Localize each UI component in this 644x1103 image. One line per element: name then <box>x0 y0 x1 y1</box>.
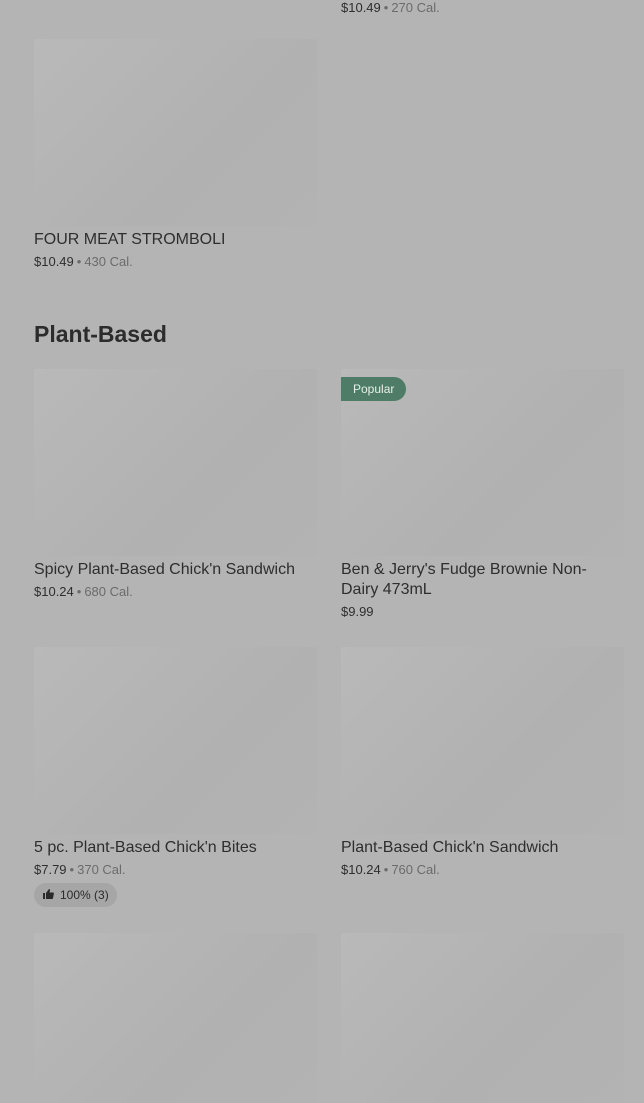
item-image[interactable] <box>34 369 317 556</box>
item-name: Ben & Jerry's Fudge Brownie Non-Dairy 47… <box>341 561 587 598</box>
separator-dot: • <box>76 254 82 269</box>
menu-item-spicy-plant-based-chickn-sandwich[interactable]: Spicy Plant-Based Chick'n Sandwich $10.2… <box>34 369 317 601</box>
popular-badge: Popular <box>341 377 407 401</box>
separator-dot: • <box>69 862 75 877</box>
item-name: Spicy Plant-Based Chick'n Sandwich <box>34 561 295 578</box>
item-image[interactable] <box>341 647 624 834</box>
menu-item-four-meat-stromboli[interactable]: FOUR MEAT STROMBOLI $10.49 • 430 Cal. <box>34 39 317 271</box>
item-price: $10.24 <box>341 862 381 877</box>
item-image[interactable] <box>341 933 624 1103</box>
item-name: 5 pc. Plant-Based Chick'n Bites <box>34 839 257 856</box>
item-name: FOUR MEAT STROMBOLI <box>34 231 226 248</box>
menu-item-5pc-plant-based-chickn-bites[interactable]: 5 pc. Plant-Based Chick'n Bites $7.79 • 37… <box>34 647 317 907</box>
separator-dot: • <box>383 862 389 877</box>
item-image[interactable]: Popular <box>341 369 624 556</box>
item-meta: $10.24 • 760 Cal. <box>341 861 624 879</box>
menu-item-partial-left[interactable] <box>34 933 317 1103</box>
item-calories: 430 Cal. <box>84 254 133 269</box>
item-price: $7.79 <box>34 862 67 877</box>
menu-item-partial-right[interactable] <box>341 933 624 1103</box>
item-image[interactable] <box>34 933 317 1103</box>
item-price: $10.24 <box>34 584 74 599</box>
item-meta: $10.49 • 430 Cal. <box>34 253 317 271</box>
item-image[interactable] <box>34 39 317 226</box>
rating-badge: 100% (3) <box>34 883 117 907</box>
menu-item-plant-based-chickn-sandwich[interactable]: Plant-Based Chick'n Sandwich $10.24 • 760 … <box>341 647 624 879</box>
item-name: Plant-Based Chick'n Sandwich <box>341 839 559 856</box>
item-meta: $10.24 • 680 Cal. <box>34 583 317 601</box>
menu-item-ben-jerrys-fudge-brownie[interactable]: Popular Ben & Jerry's Fudge Brownie Non-… <box>341 369 624 621</box>
item-meta: $7.79 • 370 Cal. <box>34 861 317 879</box>
separator-dot: • <box>76 584 82 599</box>
item-calories: 680 Cal. <box>84 584 133 599</box>
item-price: $9.99 <box>341 604 374 619</box>
item-price: $10.49 <box>341 0 381 15</box>
partial-item-meta: $10.49 • 270 Cal. <box>341 0 440 17</box>
item-image[interactable] <box>34 647 317 834</box>
item-calories: 370 Cal. <box>77 862 126 877</box>
item-price: $10.49 <box>34 254 74 269</box>
section-title: Plant-Based <box>34 321 167 347</box>
item-meta: $9.99 <box>341 603 624 621</box>
separator-dot: • <box>383 0 389 15</box>
item-calories: 760 Cal. <box>391 862 440 877</box>
rating-text: 100% (3) <box>60 888 109 902</box>
thumbs-up-icon <box>42 888 54 903</box>
item-calories: 270 Cal. <box>391 0 440 15</box>
